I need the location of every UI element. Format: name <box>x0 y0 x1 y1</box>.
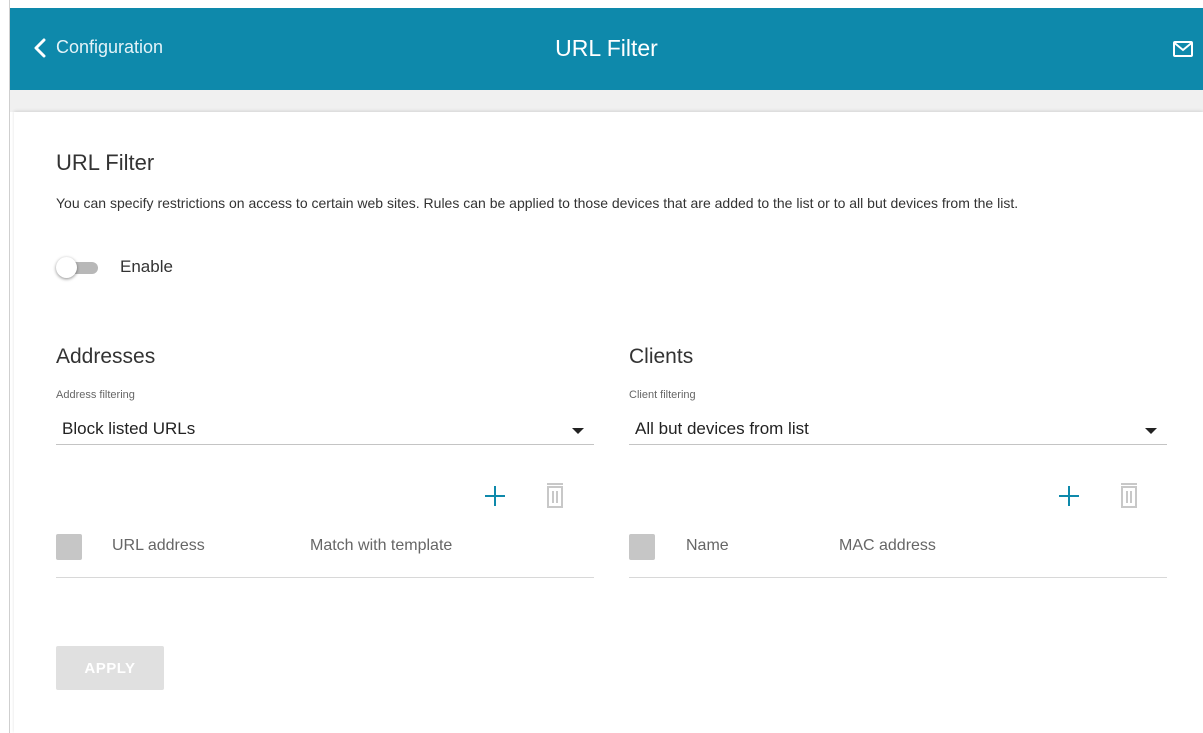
address-filtering-value: Block listed URLs <box>62 419 196 438</box>
add-address-icon[interactable] <box>483 484 507 513</box>
client-filtering-value: All but devices from list <box>635 419 809 438</box>
addresses-title: Addresses <box>56 345 156 368</box>
add-client-icon[interactable] <box>1057 484 1081 513</box>
caret-down-icon <box>1145 428 1157 434</box>
page-title: URL Filter <box>555 35 658 61</box>
select-all-addresses-checkbox[interactable] <box>56 534 82 560</box>
clients-table-divider <box>629 577 1167 578</box>
column-header-url-address: URL address <box>112 537 205 554</box>
delete-client-trash-icon[interactable] <box>1119 482 1139 513</box>
apply-button[interactable]: APPLY <box>56 646 164 690</box>
section-heading: URL Filter <box>56 150 155 175</box>
subheader-strip <box>10 90 1203 112</box>
column-header-name: Name <box>686 537 729 554</box>
addresses-table-divider <box>56 577 594 578</box>
column-header-match-template: Match with template <box>310 537 453 554</box>
top-bar: Configuration URL Filter <box>10 8 1203 90</box>
select-all-clients-checkbox[interactable] <box>629 534 655 560</box>
section-description: You can specify restrictions on access t… <box>56 195 1019 211</box>
client-filtering-label: Client filtering <box>629 389 696 401</box>
mail-icon[interactable] <box>1173 41 1193 62</box>
toggle-knob <box>56 257 77 278</box>
caret-down-icon <box>572 428 584 434</box>
clients-title: Clients <box>629 345 694 368</box>
address-filtering-select[interactable]: Block listed URLs <box>56 414 594 445</box>
enable-label: Enable <box>120 257 173 276</box>
enable-toggle[interactable] <box>56 256 98 278</box>
client-filtering-select[interactable]: All but devices from list <box>629 414 1167 445</box>
address-filtering-label: Address filtering <box>56 389 135 401</box>
column-header-mac-address: MAC address <box>839 537 936 554</box>
delete-address-trash-icon[interactable] <box>545 482 565 513</box>
